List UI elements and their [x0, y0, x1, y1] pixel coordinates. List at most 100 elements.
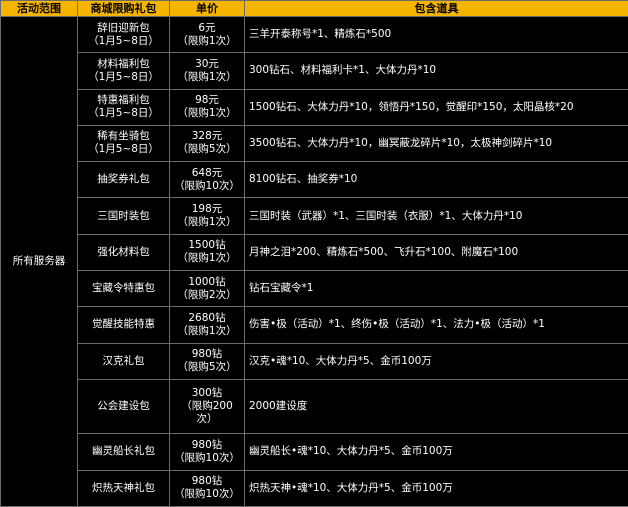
items-cell: 300钻石、材料福利卡*1、大体力丹*10 [244, 52, 628, 90]
items-cell: 钻石宝藏令*1 [244, 269, 628, 308]
price-cell-line: 98元 [195, 94, 219, 107]
package-name-cell-line: 强化材料包 [97, 245, 150, 258]
price-cell-line: （限购10次） [174, 451, 240, 464]
price-cell-line: 6元 [198, 21, 216, 34]
package-name-cell-line: 辞旧迎新包 [97, 21, 150, 34]
price-cell-line: 980钻 [191, 475, 223, 488]
price-cell: 648元 （限购10次） [169, 161, 245, 199]
package-name-cell-line: 材料福利包 [97, 57, 150, 70]
price-cell: 2680钻 （限购1次） [169, 306, 245, 344]
package-name-cell: 抽奖券礼包 [77, 161, 170, 199]
price-cell-line: 2680钻 [188, 311, 226, 324]
package-name-cell-line: （1月5~8日） [88, 107, 159, 120]
table-row: 幽灵船长礼包 980钻 （限购10次） 幽灵船长•魂*10、大体力丹*5、金币100万 [1, 433, 628, 471]
package-name-cell: 幽灵船长礼包 [77, 433, 170, 471]
price-cell: 300钻 （限购200 次） [169, 378, 245, 435]
price-cell-line: 30元 [195, 57, 219, 70]
table-row: 稀有坐骑包 （1月5~8日） 328元 （限购5次） 3500钻石、大体力丹*10，幽冥… [1, 124, 628, 163]
price-cell: 1500钻 （限购1次） [169, 233, 245, 271]
package-name-cell-line: 特惠福利包 [97, 94, 150, 107]
table-row: 宝藏令特惠包 1000钻 （限购2次） 钻石宝藏令*1 [1, 269, 628, 308]
package-name-cell: 三国时装包 [77, 197, 170, 235]
package-name-cell-line: （1月5~8日） [88, 34, 159, 47]
price-cell: 98元 （限购1次） [169, 88, 245, 126]
package-name-cell-line: 公会建设包 [97, 400, 150, 413]
price-cell-line: 198元 [191, 203, 223, 216]
price-cell-line: （限购1次） [177, 324, 237, 337]
price-cell-line: （限购1次） [177, 34, 237, 47]
price-cell: 328元 （限购5次） [169, 124, 245, 163]
package-name-cell: 汉克礼包 [77, 342, 170, 380]
package-name-cell: 稀有坐骑包 （1月5~8日） [77, 124, 170, 163]
price-cell-line: 1500钻 [188, 239, 226, 252]
items-cell: 8100钻石、抽奖券*10 [244, 161, 628, 199]
price-cell: 980钻 （限购10次） [169, 469, 245, 507]
price-cell-line: 980钻 [191, 438, 223, 451]
package-name-cell: 辞旧迎新包 （1月5~8日） [77, 15, 170, 54]
items-cell: 三国时装（武器）*1、三国时装（衣服）*1、大体力丹*10 [244, 197, 628, 235]
price-cell: 980钻 （限购10次） [169, 433, 245, 471]
header-items: 包含道具 [244, 0, 628, 17]
price-cell-line: （限购2次） [177, 288, 237, 301]
package-name-cell-line: 稀有坐骑包 [97, 130, 150, 143]
package-name-cell-line: 幽灵船长礼包 [92, 445, 155, 458]
items-cell: 1500钻石、大体力丹*10，领悟丹*150，觉醒印*150，太阳晶核*20 [244, 88, 628, 126]
shop-package-table: 活动范围 商城限购礼包 单价 包含道具 所有服务器 辞旧迎新包 （1月5~8日） 6元… [0, 0, 628, 507]
package-name-cell-line: （1月5~8日） [88, 143, 159, 156]
package-name-cell-line: 抽奖券礼包 [97, 173, 150, 186]
table-row: 三国时装包 198元 （限购1次） 三国时装（武器）*1、三国时装（衣服）*1、大体力… [1, 197, 628, 235]
price-cell: 30元 （限购1次） [169, 52, 245, 90]
header-package: 商城限购礼包 [77, 0, 170, 17]
package-name-cell: 炽热天神礼包 [77, 469, 170, 507]
items-cell: 3500钻石、大体力丹*10，幽冥蔽龙碎片*10，太极神剑碎片*10 [244, 124, 628, 163]
table-body: 所有服务器 辞旧迎新包 （1月5~8日） 6元 （限购1次） 三羊开泰称号*1、精炼石*5… [0, 15, 628, 507]
package-name-cell: 觉醒技能特惠 [77, 306, 170, 344]
package-name-cell-line: 汉克礼包 [102, 354, 145, 367]
table-header-row: 活动范围 商城限购礼包 单价 包含道具 [0, 0, 628, 17]
table-row: 公会建设包 300钻 （限购200 次） 2000建设度 [1, 378, 628, 435]
items-cell: 伤害•极（活动）*1、终伤•极（活动）*1、法力•极（活动）*1 [244, 306, 628, 344]
table-row: 所有服务器 辞旧迎新包 （1月5~8日） 6元 （限购1次） 三羊开泰称号*1、精炼石*5… [0, 15, 628, 507]
items-cell: 三羊开泰称号*1、精炼石*500 [244, 15, 628, 54]
price-cell-line: 328元 [191, 130, 223, 143]
package-name-cell-line: （1月5~8日） [88, 70, 159, 83]
items-cell: 幽灵船长•魂*10、大体力丹*5、金币100万 [244, 433, 628, 471]
items-cell: 2000建设度 [244, 378, 628, 435]
table-row: 材料福利包 （1月5~8日） 30元 （限购1次） 300钻石、材料福利卡*1、大体力丹… [1, 52, 628, 90]
price-cell: 198元 （限购1次） [169, 197, 245, 235]
price-cell-line: （限购10次） [174, 179, 240, 192]
package-name-cell-line: 三国时装包 [97, 209, 150, 222]
table-row: 汉克礼包 980钻 （限购5次） 汉克•魂*10、大体力丹*5、金币100万 [1, 342, 628, 380]
table-row: 觉醒技能特惠 2680钻 （限购1次） 伤害•极（活动）*1、终伤•极（活动）*1、法… [1, 306, 628, 344]
price-cell-line: 次） [196, 413, 218, 426]
scope-cell: 所有服务器 [0, 16, 78, 507]
price-cell-line: （限购10次） [174, 488, 240, 501]
items-cell: 月神之泪*200、精炼石*500、飞升石*100、附魔石*100 [244, 233, 628, 271]
price-cell-line: （限购1次） [177, 70, 237, 83]
header-price: 单价 [169, 0, 245, 17]
package-name-cell: 特惠福利包 （1月5~8日） [77, 88, 170, 126]
header-scope: 活动范围 [0, 0, 78, 17]
package-name-cell: 公会建设包 [77, 378, 170, 435]
price-cell: 1000钻 （限购2次） [169, 269, 245, 308]
package-name-cell: 材料福利包 （1月5~8日） [77, 52, 170, 90]
table-row: 特惠福利包 （1月5~8日） 98元 （限购1次） 1500钻石、大体力丹*10，领悟丹… [1, 88, 628, 126]
items-cell: 汉克•魂*10、大体力丹*5、金币100万 [244, 342, 628, 380]
price-cell: 6元 （限购1次） [169, 15, 245, 54]
price-cell-line: 300钻 [191, 387, 223, 400]
price-cell-line: （限购1次） [177, 252, 237, 265]
table-row: 抽奖券礼包 648元 （限购10次） 8100钻石、抽奖券*10 [1, 161, 628, 199]
price-cell-line: （限购1次） [177, 107, 237, 120]
items-cell: 炽热天神•魂*10、大体力丹*5、金币100万 [244, 469, 628, 507]
price-cell-line: 1000钻 [188, 275, 226, 288]
package-name-cell-line: 宝藏令特惠包 [92, 282, 155, 295]
price-cell-line: （限购5次） [177, 361, 237, 374]
table-row: 炽热天神礼包 980钻 （限购10次） 炽热天神•魂*10、大体力丹*5、金币100万 [1, 469, 628, 507]
table-row: 强化材料包 1500钻 （限购1次） 月神之泪*200、精炼石*500、飞升石*100… [1, 233, 628, 271]
price-cell-line: （限购1次） [177, 216, 237, 229]
package-name-cell: 宝藏令特惠包 [77, 269, 170, 308]
price-cell: 980钻 （限购5次） [169, 342, 245, 380]
price-cell-line: （限购200 [181, 400, 233, 413]
price-cell-line: （限购5次） [177, 143, 237, 156]
package-name-cell-line: 觉醒技能特惠 [92, 318, 155, 331]
